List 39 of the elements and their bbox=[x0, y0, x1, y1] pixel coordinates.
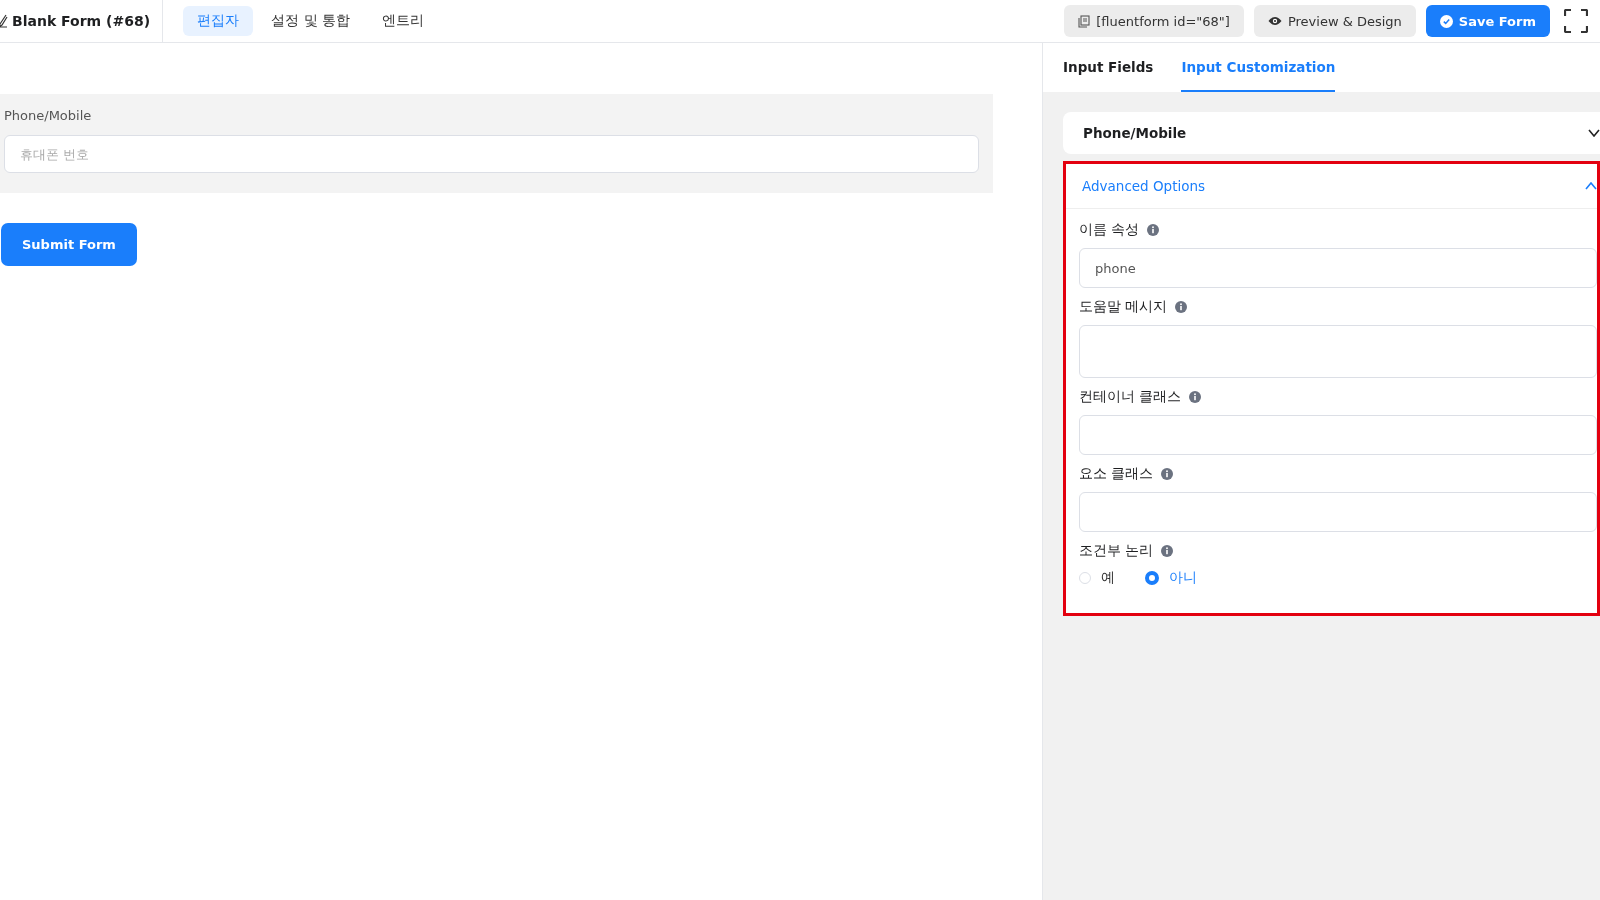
setting-label: 도움말 메시지 bbox=[1079, 298, 1168, 316]
field-section-header[interactable]: Phone/Mobile bbox=[1063, 112, 1600, 154]
phone-input[interactable]: 휴대폰 번호 bbox=[4, 135, 979, 173]
info-icon[interactable] bbox=[1189, 391, 1202, 403]
text-input[interactable]: phone bbox=[1079, 248, 1597, 288]
setting-label: 요소 클래스 bbox=[1079, 465, 1154, 483]
fullscreen-icon[interactable] bbox=[1564, 9, 1588, 33]
text-input[interactable] bbox=[1079, 415, 1597, 455]
info-icon[interactable] bbox=[1161, 468, 1174, 480]
info-icon[interactable] bbox=[1147, 224, 1160, 236]
nav-tab[interactable]: 편집자 bbox=[183, 6, 254, 36]
setting-label: 컨테이너 클래스 bbox=[1079, 388, 1182, 406]
panel-tab[interactable]: Input Fields bbox=[1063, 43, 1154, 92]
radio-label[interactable]: 아니 bbox=[1169, 569, 1197, 587]
info-icon[interactable] bbox=[1161, 545, 1174, 557]
nav-tab[interactable]: 설정 및 통합 bbox=[257, 6, 364, 36]
form-field-card[interactable]: Phone/Mobile 휴대폰 번호 bbox=[0, 94, 993, 193]
shortcode-button[interactable]: [fluentform id="68"] bbox=[1064, 5, 1244, 37]
panel-tab[interactable]: Input Customization bbox=[1181, 43, 1336, 92]
form-title: Blank Form (#68) bbox=[12, 13, 151, 29]
text-input[interactable] bbox=[1079, 492, 1597, 532]
nav-tab[interactable]: 엔트리 bbox=[367, 6, 438, 36]
textarea-input[interactable] bbox=[1079, 325, 1597, 378]
copy-icon bbox=[1078, 14, 1091, 28]
radio-button[interactable] bbox=[1145, 571, 1159, 585]
setting-label: 이름 속성 bbox=[1079, 221, 1140, 239]
field-label: Phone/Mobile bbox=[4, 108, 93, 123]
submit-button[interactable]: Submit Form bbox=[1, 223, 137, 266]
info-icon[interactable] bbox=[1175, 301, 1188, 313]
section-title: Phone/Mobile bbox=[1083, 125, 1187, 141]
save-button[interactable]: Save Form bbox=[1425, 5, 1550, 37]
eye-icon bbox=[1267, 16, 1282, 26]
chevron-icon[interactable] bbox=[1585, 182, 1597, 190]
pencil-icon bbox=[0, 14, 8, 28]
setting-label: 조건부 논리 bbox=[1079, 542, 1154, 560]
radio-label[interactable]: 예 bbox=[1101, 569, 1115, 587]
advanced-options-title[interactable]: Advanced Options bbox=[1082, 178, 1206, 194]
check-circle-icon bbox=[1439, 14, 1453, 28]
preview-button[interactable]: Preview & Design bbox=[1253, 5, 1416, 37]
